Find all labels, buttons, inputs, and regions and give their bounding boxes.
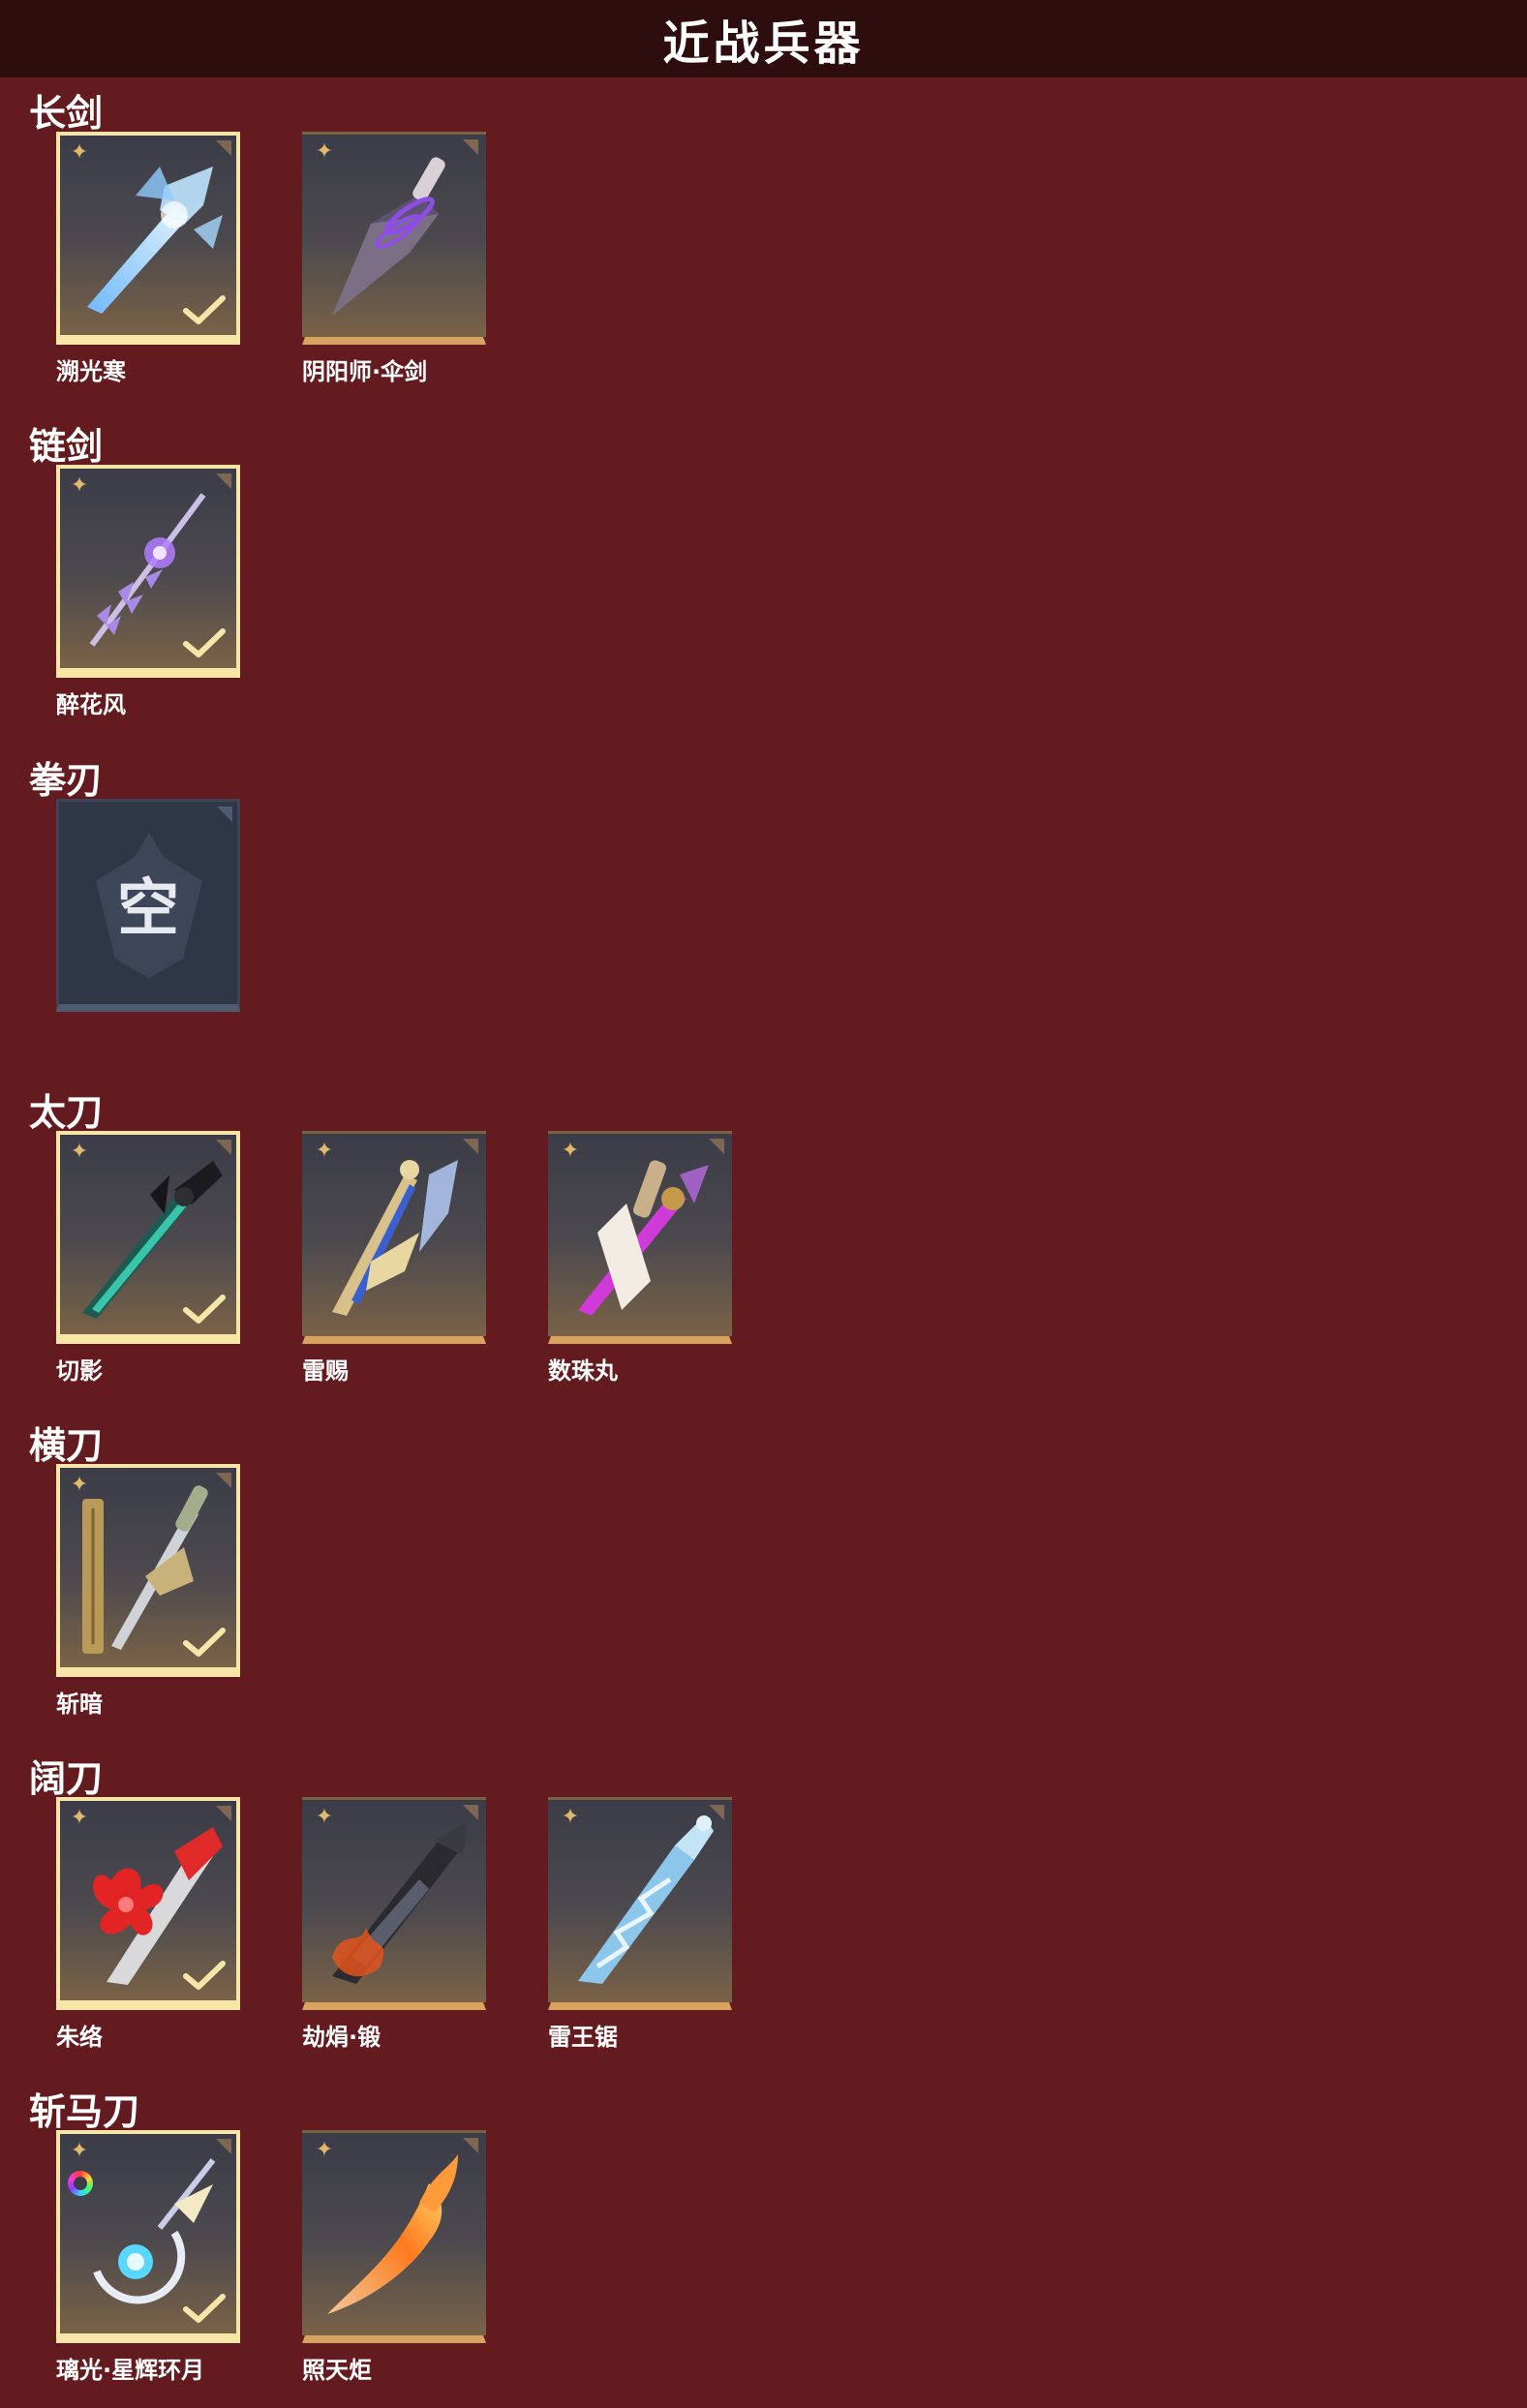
weapon-name: 劫焆·锻	[302, 2024, 382, 2051]
category-title: 横刀	[29, 1424, 104, 1467]
weapon-card[interactable]: ✦ 劫焆·锻	[302, 1797, 492, 2051]
weapon-name: 阴阳师·伞剑	[302, 358, 428, 385]
page-title: 近战兵器	[662, 16, 865, 71]
selected-check-icon	[183, 1628, 226, 1657]
page-header: 近战兵器	[0, 0, 1527, 77]
weapon-name: 照天炬	[302, 2357, 372, 2384]
category-title: 阔刀	[29, 1757, 104, 1800]
category-title: 拳刃	[29, 759, 104, 802]
category-title: 斩马刀	[29, 2090, 140, 2133]
weapon-card[interactable]: ✦ 溯光寒	[56, 132, 246, 385]
weapon-card[interactable]: ✦ 照天炬	[302, 2130, 492, 2384]
weapon-name: 雷王锯	[548, 2024, 618, 2051]
flame-zhanmadao-icon	[327, 2154, 458, 2314]
weapon-card[interactable]: ✦ 切影	[56, 1131, 246, 1385]
selected-check-icon	[183, 628, 226, 657]
weapon-name: 雷赐	[302, 1357, 349, 1385]
weapon-card[interactable]: ✦ 璃光·星辉环月	[56, 2130, 246, 2384]
weapon-name: 醉花风	[56, 691, 126, 718]
empty-weapon-slot[interactable]: 空	[56, 799, 246, 1012]
weapon-name: 切影	[56, 1357, 103, 1385]
selected-check-icon	[183, 1295, 226, 1324]
category-title: 长剑	[29, 92, 104, 135]
weapon-card[interactable]: ✦ 数珠丸	[548, 1131, 738, 1385]
thunder-tachi-icon	[332, 1160, 458, 1316]
category-title: 太刀	[29, 1091, 104, 1134]
weapon-name: 朱络	[56, 2024, 103, 2051]
weapon-card[interactable]: ✦ 斩暗	[56, 1464, 246, 1718]
weapon-card[interactable]: ✦ 朱络	[56, 1797, 246, 2051]
violet-tachi-icon	[578, 1160, 709, 1316]
selected-check-icon	[183, 295, 226, 324]
weapon-card[interactable]: ✦ 雷赐	[302, 1131, 492, 1385]
weapon-card[interactable]: ✦ 醉花风	[56, 465, 246, 718]
selected-check-icon	[183, 1961, 226, 1990]
umbrella-sword-icon	[332, 157, 445, 316]
ember-greatblade-icon	[332, 1821, 468, 1984]
empty-slot-label: 空	[117, 872, 179, 945]
lightning-saw-blade-icon	[578, 1815, 714, 1984]
weapon-name: 斩暗	[56, 1691, 103, 1718]
selected-check-icon	[183, 2294, 226, 2323]
weapon-card[interactable]: ✦ 雷王锯	[548, 1797, 738, 2051]
weapon-card[interactable]: ✦ 阴阳师·伞剑	[302, 132, 492, 385]
category-title: 链剑	[29, 425, 104, 468]
weapon-name: 数珠丸	[548, 1357, 618, 1385]
weapon-name: 溯光寒	[56, 358, 126, 385]
weapon-name: 璃光·星辉环月	[56, 2357, 205, 2384]
